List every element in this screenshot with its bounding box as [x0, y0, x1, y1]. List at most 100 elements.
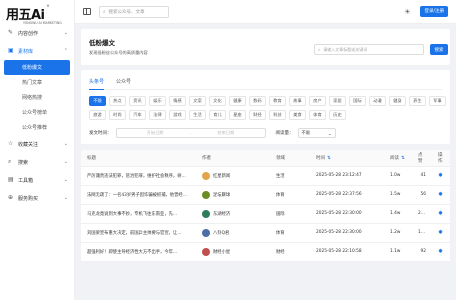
magic-wand-icon[interactable]: ✸	[438, 172, 443, 179]
author[interactable]: 财经小星	[202, 247, 264, 256]
reads-cell: 1.1w	[384, 242, 412, 262]
date-range-picker[interactable]: 开始日期 - 结束日期	[115, 128, 266, 138]
sidebar-group-label: 搜索	[18, 159, 29, 166]
action-cell: ✸	[432, 223, 450, 243]
action-cell: ✸	[432, 242, 450, 262]
category-chip[interactable]: 国际	[349, 96, 366, 106]
sort-icon[interactable]: ⇅	[401, 156, 405, 161]
category-chip[interactable]: 汽车	[129, 110, 146, 120]
platform-tab[interactable]: 公众号	[116, 74, 131, 90]
category-chip[interactable]: 财经	[249, 110, 266, 120]
category-chip[interactable]: 文化	[209, 96, 226, 106]
sort-icon[interactable]: ⇅	[327, 156, 331, 161]
logo-registered-mark: ®	[46, 4, 50, 8]
avatar	[202, 190, 210, 199]
time-cell: 2025-05-28 22:30:00	[310, 223, 384, 243]
category-chip[interactable]: 家居	[329, 96, 346, 106]
table-row[interactable]: 马克龙竟说到大事不妙，专机飞往东南亚，先… 东湖经济 国际 2025-05-28 22…	[81, 204, 450, 224]
sidebar-item[interactable]: 低粉爆文	[4, 60, 70, 75]
category-chip[interactable]: 文案	[189, 96, 206, 106]
read-count-select[interactable]: 不限 ⌄	[297, 128, 336, 138]
table-row[interactable]: 超强利好！即使主导经济性大方不出手，今年… 财经小星 财经 2025-05-28 22…	[81, 242, 450, 262]
author[interactable]: 红星新闻	[202, 171, 264, 180]
theme-toggle-sun-icon[interactable]: ☀	[404, 8, 410, 16]
author-name: 足坛聊球	[213, 192, 231, 198]
likes-cell: 92	[412, 242, 432, 262]
article-title-link[interactable]: 法网无疏了：一名43岁男子因诈骗被抓捕，他曾经是…	[81, 185, 196, 205]
category-chip[interactable]: 科技	[269, 110, 286, 120]
login-register-button[interactable]: 登录/注册	[420, 6, 448, 17]
magic-wand-icon[interactable]: ✸	[438, 229, 443, 236]
magic-wand-icon[interactable]: ✸	[438, 248, 443, 255]
category-chip[interactable]: 动漫	[369, 96, 386, 106]
category-chip[interactable]: 健身	[389, 96, 406, 106]
sidebar-group-collect[interactable]: ☆ 收藏关注 ⌄	[0, 135, 74, 153]
time-cell: 2025-05-28 22:10:58	[310, 242, 384, 262]
category-chip[interactable]: 法律	[149, 110, 166, 120]
category-chip[interactable]: 历史	[329, 110, 346, 120]
sidebar-item[interactable]: 公众号推荐	[0, 120, 74, 135]
article-search-input[interactable]: ⌕ 请输入文章标题或关键词	[314, 44, 424, 55]
cart-icon: ⊕	[8, 194, 14, 201]
category-chip[interactable]: 游戏	[169, 110, 186, 120]
magic-wand-icon[interactable]: ✸	[438, 191, 443, 198]
table-row[interactable]: 刘国梁宣布重大决定，前国乒主帅要与官宣，让… 八卦Q君 体育 2025-05-28 2…	[81, 223, 450, 243]
sidebar-item[interactable]: 热门文章	[0, 75, 74, 90]
sidebar-group-service[interactable]: ⊕ 服务购买 ⌄	[0, 189, 74, 207]
search-icon: ⌕	[318, 47, 321, 52]
author-name: 财经小星	[213, 249, 231, 255]
category-chip[interactable]: 健康	[229, 96, 246, 106]
platform-tab[interactable]: 头条号	[89, 74, 105, 90]
magic-wand-icon[interactable]: ✸	[438, 210, 443, 217]
author[interactable]: 足坛聊球	[202, 190, 264, 199]
sidebar-group-search[interactable]: ⌕ 搜索 ⌄	[0, 153, 74, 171]
sidebar-item[interactable]: 网络热搜	[0, 90, 74, 105]
article-title-link[interactable]: 刘国梁宣布重大决定，前国乒主帅要与官宣，让…	[81, 223, 196, 243]
column-header[interactable]: 时间 ⇅	[310, 150, 384, 167]
author[interactable]: 东湖经济	[202, 209, 264, 218]
likes-cell: 41	[412, 166, 432, 186]
category-chip[interactable]: 房产	[309, 96, 326, 106]
category-chip[interactable]: 军事	[429, 96, 446, 106]
author[interactable]: 八卦Q君	[202, 228, 264, 237]
category-chip[interactable]: 生活	[189, 110, 206, 120]
sidebar-group-material[interactable]: ▣ 素材库 ⌃	[0, 42, 74, 60]
category-chip[interactable]: 星座	[229, 110, 246, 120]
category-chip[interactable]: 故事	[289, 96, 306, 106]
category-chip[interactable]: 时尚	[109, 110, 126, 120]
category-chip[interactable]: 不限	[89, 96, 106, 106]
reads-cell: 1.2w	[384, 223, 412, 243]
article-title-link[interactable]: 超强利好！即使主导经济性大方不出手，今年…	[81, 242, 196, 262]
avatar	[202, 171, 210, 180]
category-chip[interactable]: 育儿	[209, 110, 226, 120]
article-title-link[interactable]: 严厉谴责违法犯罪，惩治犯罪，维护社会秩序，树立正义之风…	[81, 166, 196, 186]
article-search-placeholder: 请输入文章标题或关键词	[323, 46, 368, 52]
chevron-down-icon: ⌄	[63, 177, 68, 183]
search-button[interactable]: 搜索	[430, 44, 448, 55]
table-row[interactable]: 严厉谴责违法犯罪，惩治犯罪，维护社会秩序，树立正义之风… 红星新闻 生活 2025-0…	[81, 166, 450, 186]
article-title-link[interactable]: 马克龙竟说到大事不妙，专机飞往东南亚，先…	[81, 204, 196, 224]
sidebar-group-content[interactable]: ✎ 内容创作 ⌄	[0, 24, 74, 42]
logo[interactable]: 用五Ai ® YONGWU AI MARKETING	[0, 0, 74, 25]
category-chip[interactable]: 情感	[169, 96, 186, 106]
hero-card: 低粉爆文 发现低粉丝公众号的高质量内容 ⌕ 请输入文章标题或关键词 搜索	[81, 29, 450, 65]
avatar	[202, 209, 210, 218]
category-chip[interactable]: 娱乐	[149, 96, 166, 106]
column-header-label: 点赞	[418, 152, 423, 164]
page-title: 低粉爆文	[89, 39, 115, 47]
category-chip[interactable]: 旅游	[89, 110, 106, 120]
category-chip[interactable]: 数码	[249, 96, 266, 106]
category-chip[interactable]: 体育	[309, 110, 326, 120]
table-row[interactable]: 法网无疏了：一名43岁男子因诈骗被抓捕，他曾经是… 足坛聊球 体育 2025-05-2…	[81, 185, 450, 205]
category-chip[interactable]: 教育	[269, 96, 286, 106]
top-search-input[interactable]: ⌕ 搜索公众号、文章	[99, 5, 169, 18]
category-chip[interactable]: 资讯	[129, 96, 146, 106]
author-cell: 红星新闻	[196, 166, 270, 186]
sidebar-group-tools[interactable]: ▤ 工具箱 ⌄	[0, 171, 74, 189]
category-chip[interactable]: 美食	[289, 110, 306, 120]
read-count-value: 不限	[301, 130, 310, 135]
category-chip[interactable]: 养生	[409, 96, 426, 106]
sidebar-item[interactable]: 公众号榜单	[0, 105, 74, 120]
sidebar-toggle-icon[interactable]	[83, 8, 91, 15]
category-chip[interactable]: 热点	[109, 96, 126, 106]
